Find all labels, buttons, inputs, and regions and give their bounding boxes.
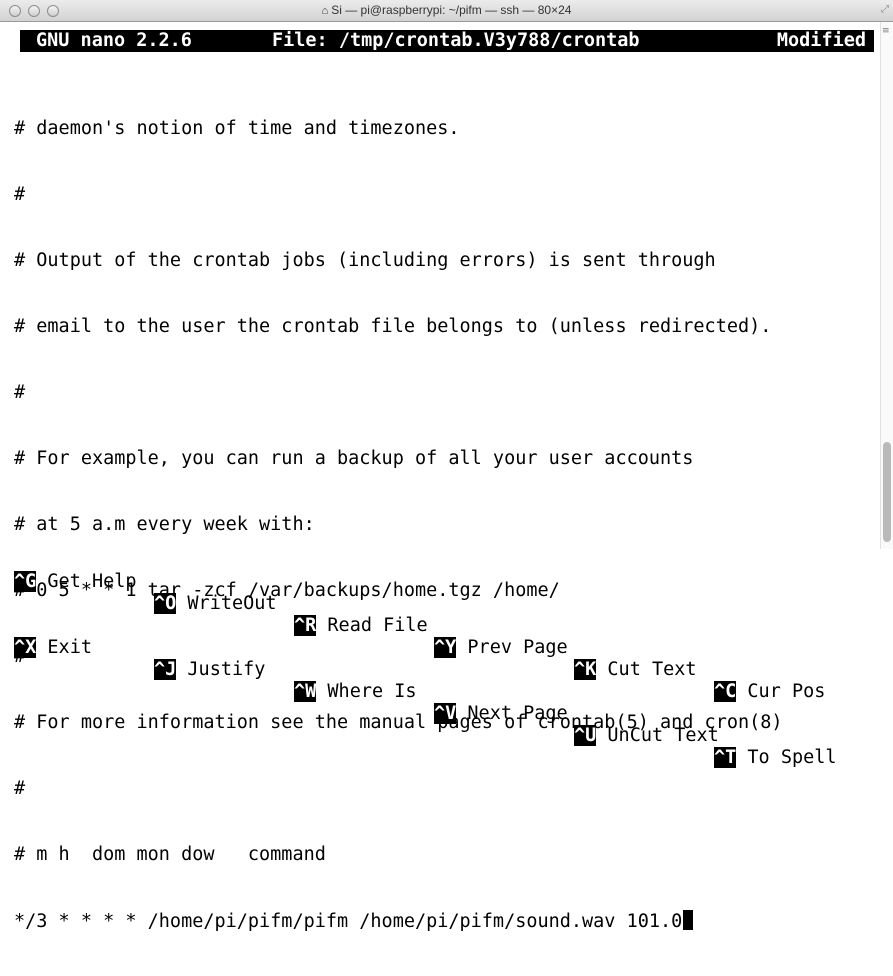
nano-modified-status: Modified xyxy=(776,30,866,51)
shortcut-row-1: ^G Get Help ^O WriteOut ^R Read File ^Y … xyxy=(14,549,825,702)
shortcut-prev-page[interactable]: ^Y Prev Page xyxy=(434,637,568,659)
scrollbar-menu-icon[interactable]: ≡ xyxy=(882,26,892,36)
nano-file-name: File: /tmp/crontab.V3y788/crontab xyxy=(272,30,640,51)
editor-line[interactable]: # xyxy=(14,778,783,800)
shortcut-writeout[interactable]: ^O WriteOut xyxy=(154,593,277,615)
nano-shortcut-bar: ^G Get Help ^O WriteOut ^R Read File ^Y … xyxy=(14,505,837,768)
nano-app-version: GNU nano 2.2.6 xyxy=(36,30,192,51)
scrollbar-thumb[interactable] xyxy=(883,442,891,542)
window-title-text: Si — pi@raspberrypi: ~/pifm — ssh — 80×2… xyxy=(331,3,572,17)
editor-text-area[interactable]: # daemon's notion of time and timezones.… xyxy=(14,74,783,976)
house-icon: ⌂ xyxy=(321,5,329,17)
shortcut-read-file[interactable]: ^R Read File xyxy=(294,615,428,637)
shortcut-where-is[interactable]: ^W Where Is xyxy=(294,681,417,703)
editor-line[interactable]: # xyxy=(14,184,783,206)
shortcut-exit[interactable]: ^X Exit xyxy=(14,637,92,659)
editor-line[interactable]: # For example, you can run a backup of a… xyxy=(14,448,783,470)
shortcut-justify[interactable]: ^J Justify xyxy=(154,659,265,681)
shortcut-cur-pos[interactable]: ^C Cur Pos xyxy=(714,681,825,703)
shortcut-get-help[interactable]: ^G Get Help xyxy=(14,571,137,593)
window-title: ⌂ Si — pi@raspberrypi: ~/pifm — ssh — 80×… xyxy=(0,3,893,17)
terminal-content[interactable]: GNU nano 2.2.6 File: /tmp/crontab.V3y788… xyxy=(0,22,880,932)
editor-line[interactable]: # m h dom mon dow command xyxy=(14,844,783,866)
nano-header-bar: GNU nano 2.2.6 File: /tmp/crontab.V3y788… xyxy=(20,30,874,52)
shortcut-cut-text[interactable]: ^K Cut Text xyxy=(574,659,697,681)
window-titlebar: ⌂ Si — pi@raspberrypi: ~/pifm — ssh — 80×… xyxy=(0,0,893,22)
resize-icon[interactable]: ⤢ xyxy=(881,4,889,15)
editor-line[interactable]: # xyxy=(14,382,783,404)
shortcut-uncut-text[interactable]: ^U UnCut Text xyxy=(574,725,719,747)
shortcut-row-2: ^X Exit ^J Justify ^W Where Is ^V Next P… xyxy=(14,615,837,768)
editor-line[interactable]: # email to the user the crontab file bel… xyxy=(14,316,783,338)
editor-line[interactable]: # daemon's notion of time and timezones. xyxy=(14,118,783,140)
editor-line-current[interactable]: */3 * * * * /home/pi/pifm/pifm /home/pi/… xyxy=(14,910,783,932)
terminal-scrollbar[interactable]: ≡ xyxy=(880,22,893,549)
current-line-text[interactable]: */3 * * * * /home/pi/pifm/pifm /home/pi/… xyxy=(14,911,682,932)
text-cursor xyxy=(683,910,694,930)
terminal-window: ⌂ Si — pi@raspberrypi: ~/pifm — ssh — 80×… xyxy=(0,0,893,932)
editor-line[interactable]: # Output of the crontab jobs (including … xyxy=(14,250,783,272)
editor-line[interactable]: # at 5 a.m every week with: xyxy=(14,514,783,536)
shortcut-to-spell[interactable]: ^T To Spell xyxy=(714,747,837,769)
shortcut-next-page[interactable]: ^V Next Page xyxy=(434,703,568,725)
